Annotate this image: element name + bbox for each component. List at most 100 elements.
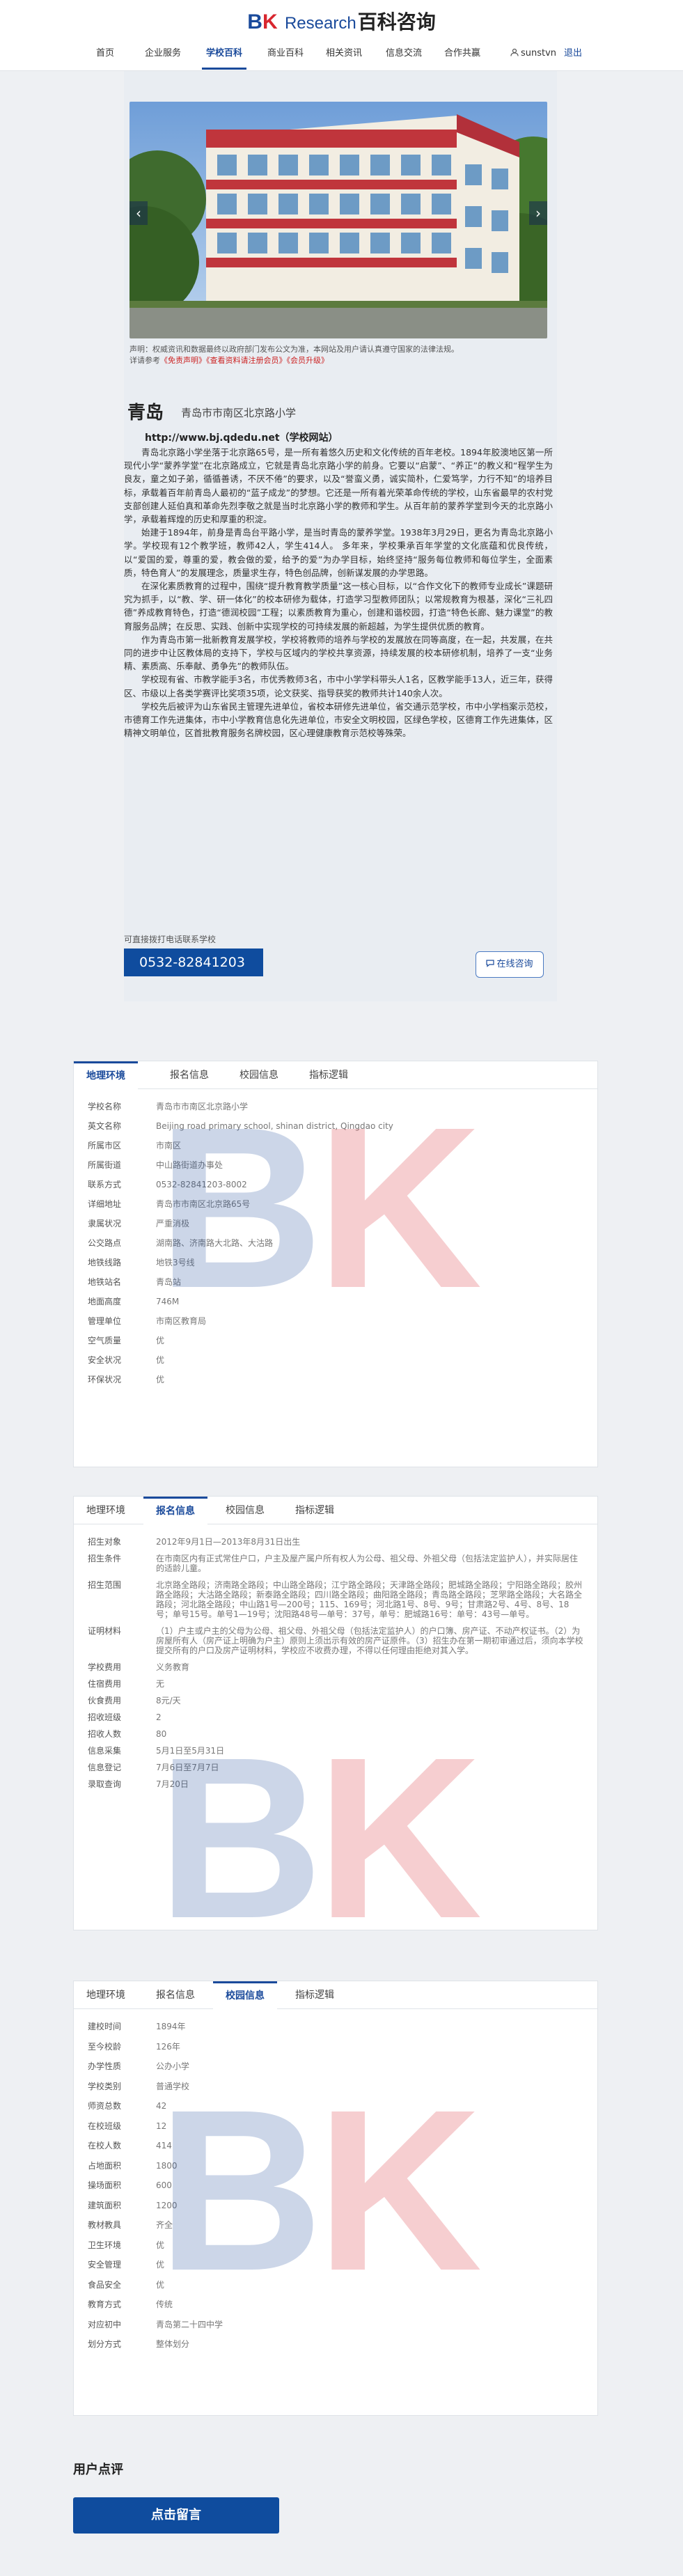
info-label: 安全状况 xyxy=(88,1355,122,1365)
city-title: 青岛 xyxy=(127,403,164,423)
info-value: 优 xyxy=(156,1336,165,1345)
info-value: 齐全 xyxy=(156,2220,173,2230)
school-website[interactable]: http://www.bj.qdedu.net（学校网站） xyxy=(145,430,338,444)
info-label: 地铁线路 xyxy=(88,1258,122,1267)
info-value: 80 xyxy=(156,1729,167,1739)
tab-geo[interactable]: 地理环境 xyxy=(74,1061,138,1090)
info-row: 占地面积 1800 xyxy=(88,2161,585,2171)
info-label: 录取查询 xyxy=(88,1779,122,1789)
member-rules-link[interactable]: 《查看资料请注册会员》 xyxy=(206,356,287,365)
info-label: 学校费用 xyxy=(88,1662,122,1672)
info-label: 联系方式 xyxy=(88,1180,122,1189)
disclaimer-prefix: 详请参考 xyxy=(129,356,160,365)
info-row: 教育方式 传统 xyxy=(88,2300,585,2309)
info-label: 师资总数 xyxy=(88,2101,122,2111)
info-label: 在校人数 xyxy=(88,2141,122,2150)
school-description: 青岛北京路小学坐落于北京路65号，是一所有着悠久历史和文化传统的百年老校。189… xyxy=(124,446,553,740)
main-nav: 首页 企业服务 学校百科 商业百科 相关资讯 信息交流 合作共赢 sunstvn… xyxy=(0,46,683,70)
tab-campus[interactable]: 校园信息 xyxy=(213,1497,277,1524)
info-row: 师资总数 42 xyxy=(88,2101,585,2111)
phone-button[interactable]: 0532-82841203 xyxy=(124,949,263,976)
info-value: 公办小学 xyxy=(156,2061,190,2071)
leave-comment-button[interactable]: 点击留言 xyxy=(73,2497,279,2534)
info-value: 优 xyxy=(156,2279,165,2290)
tab-geo[interactable]: 地理环境 xyxy=(74,1981,138,2009)
tab-geo[interactable]: 地理环境 xyxy=(74,1497,138,1524)
info-row: 联系方式 0532-82841203-8002 xyxy=(88,1180,585,1189)
info-row: 地面高度 746M xyxy=(88,1297,585,1306)
disclaimer-text: 声明：权威资讯和数据最终以政府部门发布公文为准，本网站及用户请认真遵守国家的法律… xyxy=(129,345,459,354)
info-row: 环保状况 优 xyxy=(88,1375,585,1384)
tab-metrics[interactable]: 指标逻辑 xyxy=(283,1981,347,2009)
info-row: 详细地址 青岛市市南区北京路65号 xyxy=(88,1199,585,1209)
info-value: 义务教育 xyxy=(156,1662,190,1672)
next-photo-arrow[interactable]: › xyxy=(529,201,547,225)
info-row: 住宿费用 无 xyxy=(88,1679,585,1689)
info-row: 空气质量 优 xyxy=(88,1336,585,1345)
info-label: 隶属状况 xyxy=(88,1219,122,1228)
logo-b: B xyxy=(247,10,262,33)
school-intro-section: ‹ › 声明：权威资讯和数据最终以政府部门发布公文为准，本网站及用户请认真遵守国… xyxy=(124,71,557,1001)
online-consult-button[interactable]: 在线咨询 xyxy=(476,951,544,978)
info-value: 北京路全路段；济南路全路段；中山路全路段；江宁路全路段；天津路全路段；肥城路全路… xyxy=(156,1580,583,1619)
nav-school-wiki[interactable]: 学校百科 xyxy=(202,46,246,70)
info-label: 食品安全 xyxy=(88,2279,122,2290)
info-label: 招生范围 xyxy=(88,1580,122,1590)
info-label: 所属市区 xyxy=(88,1141,122,1150)
info-row: 安全状况 优 xyxy=(88,1355,585,1365)
info-label: 英文名称 xyxy=(88,1121,122,1131)
nav-cooperate[interactable]: 合作共赢 xyxy=(440,46,485,70)
nav-exchange[interactable]: 信息交流 xyxy=(382,46,426,70)
nav-home[interactable]: 首页 xyxy=(89,46,121,70)
info-row: 招收班级 2 xyxy=(88,1712,585,1722)
nav-business-wiki[interactable]: 商业百科 xyxy=(263,46,308,70)
info-row: 信息登记 7月6日至7月7日 xyxy=(88,1763,585,1772)
nav-enterprise[interactable]: 企业服务 xyxy=(141,46,185,70)
info-label: 学校名称 xyxy=(88,1102,122,1111)
info-label: 在校班级 xyxy=(88,2121,122,2131)
tab-metrics[interactable]: 指标逻辑 xyxy=(297,1061,361,1089)
user-menu[interactable]: sunstvn xyxy=(505,46,561,70)
info-label: 至今校龄 xyxy=(88,2041,122,2052)
info-label: 住宿费用 xyxy=(88,1679,122,1689)
site-logo[interactable]: BK Research百科咨询 xyxy=(0,7,683,35)
info-row: 证明材料 （1）户主或户主的父母为公母、祖父母、外祖父母（包括法定监护人）的户口簿… xyxy=(88,1626,585,1655)
campus-panel: 地理环境 报名信息 校园信息 指标逻辑 建校时间 1894年 至今校龄 126年 办学性… xyxy=(73,1981,598,2416)
info-row: 学校名称 青岛市市南区北京路小学 xyxy=(88,1102,585,1111)
geo-panel: 地理环境 报名信息 校园信息 指标逻辑 学校名称 青岛市市南区北京路小学 英文名称 B… xyxy=(73,1061,598,1467)
info-label: 地铁站名 xyxy=(88,1277,122,1287)
info-value: 414 xyxy=(156,2141,172,2150)
info-row: 建筑面积 1200 xyxy=(88,2201,585,2210)
tab-metrics[interactable]: 指标逻辑 xyxy=(283,1497,347,1524)
info-value: 普通学校 xyxy=(156,2081,190,2091)
tab-enroll[interactable]: 报名信息 xyxy=(143,1497,207,1525)
logout-link[interactable]: 退出 xyxy=(563,46,583,70)
tab-enroll[interactable]: 报名信息 xyxy=(157,1061,221,1089)
info-value: 湖南路、济南路大北路、大沽路 xyxy=(156,1238,274,1248)
panel-tabs: 地理环境 报名信息 校园信息 指标逻辑 xyxy=(74,1981,597,2010)
info-label: 办学性质 xyxy=(88,2061,122,2071)
campus-info-list: 建校时间 1894年 至今校龄 126年 办学性质 公办小学 学校类别 普通学校 师资总数 42 在… xyxy=(88,2022,585,2359)
info-value: 整体划分 xyxy=(156,2339,190,2349)
member-upgrade-link[interactable]: 《会员升级》 xyxy=(287,356,329,365)
info-label: 划分方式 xyxy=(88,2339,122,2349)
disclaimer-link[interactable]: 《免责声明》 xyxy=(160,356,206,365)
tab-enroll[interactable]: 报名信息 xyxy=(143,1981,207,2009)
info-value: 746M xyxy=(156,1297,180,1306)
info-value: 无 xyxy=(156,1679,165,1689)
info-row: 对应初中 青岛第二十四中学 xyxy=(88,2320,585,2329)
info-row: 学校费用 义务教育 xyxy=(88,1662,585,1672)
tab-campus[interactable]: 校园信息 xyxy=(227,1061,291,1089)
prev-photo-arrow[interactable]: ‹ xyxy=(129,201,148,225)
nav-news[interactable]: 相关资讯 xyxy=(322,46,366,70)
info-value: 在市南区内有正式常住户口，户主及屋产属户所有权人为公母、祖父母、外祖父母（包括法… xyxy=(156,1554,579,1573)
info-row: 录取查询 7月20日 xyxy=(88,1779,585,1789)
info-value: 1200 xyxy=(156,2200,178,2210)
info-value: 2012年9月1日—2013年8月31日出生 xyxy=(156,1537,301,1547)
desc-paragraph: 青岛北京路小学坐落于北京路65号，是一所有着悠久历史和文化传统的百年老校。189… xyxy=(124,447,553,525)
info-value: 12 xyxy=(156,2121,167,2131)
info-value: 5月1日至5月31日 xyxy=(156,1746,225,1756)
info-label: 公交路点 xyxy=(88,1238,122,1248)
desc-paragraph: 作为青岛市第一批新教育发展学校，学校将教师的培养与学校的发展放在同等高度，在一起… xyxy=(124,634,553,672)
tab-campus[interactable]: 校园信息 xyxy=(213,1981,277,2010)
